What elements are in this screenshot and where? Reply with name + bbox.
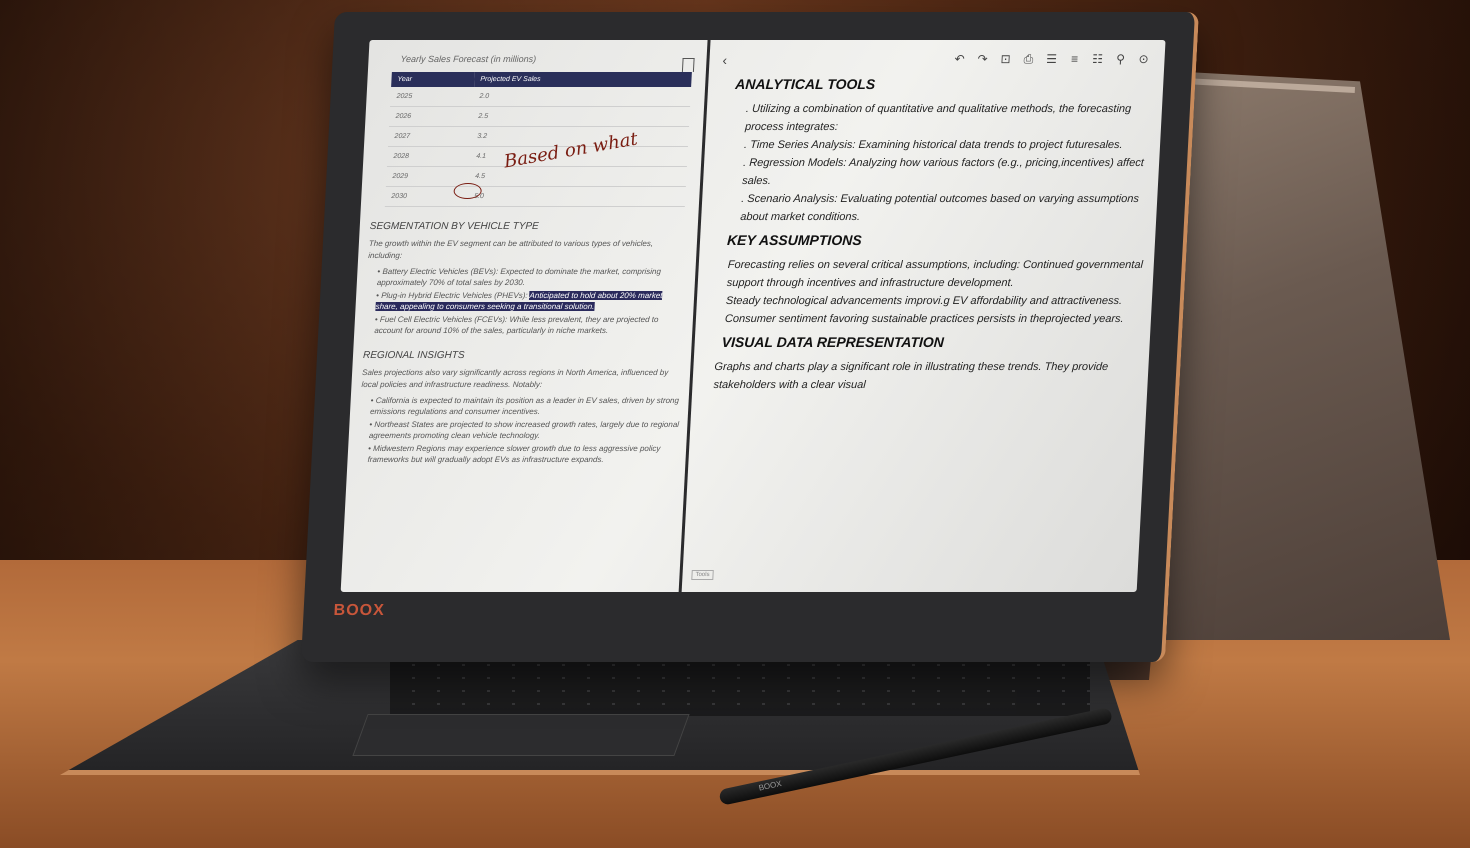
heading-visual-data: VISUAL DATA REPRESENTATION [721,334,945,350]
bullet-fcev: • Fuel Cell Electric Vehicles (FCEVs): W… [374,315,659,335]
para-methods: . Utilizing a combination of quantitativ… [744,103,1132,133]
cell: 2028 [386,146,471,167]
para-tech: Steady technological advancements improv… [725,295,1123,307]
cell: 2027 [387,126,472,147]
toolbar: ↶ ↷ ⊡ ⎙ ☰ ≡ ☷ ⚲ ⊙ [720,48,1157,70]
bullet-midwest: • Midwestern Regions may experience slow… [367,444,661,464]
para-gov-support: Forecasting relies on several critical a… [726,259,1144,289]
insert-icon[interactable]: ⊡ [998,52,1013,66]
back-icon[interactable]: ‹ [722,52,728,68]
col-header-year: Year [391,72,475,87]
sales-table: Year Projected EV Sales 2025 2.0 2026 2.5 … [384,72,692,207]
table-row: 2029 4.5 [385,166,687,187]
table-row: 2027 3.2 [387,126,690,147]
pen-brand: BOOX [757,779,783,793]
brand-logo: BOOX [333,602,386,619]
bullet-california: • California is expected to maintain its… [369,396,680,416]
numbered-list-icon[interactable]: ☰ [1044,52,1059,66]
tablet-device: Yearly Sales Forecast (in millions) Year… [300,12,1200,662]
more-icon[interactable]: ⊙ [1136,52,1151,66]
cell: 4.5 [468,166,687,187]
e-ink-screen[interactable]: Yearly Sales Forecast (in millions) Year… [340,40,1166,592]
table-row: 2026 2.5 [389,106,691,127]
bullet-phev: • Plug-in Hybrid Electric Vehicles (PHEV… [375,290,686,312]
phev-label: • Plug-in Hybrid Electric Vehicles (PHEV… [375,291,530,300]
link-icon[interactable]: ⚲ [1113,52,1128,66]
bullet-bev: • Battery Electric Vehicles (BEVs): Expe… [376,267,662,287]
right-document-pane[interactable]: ‹ ↶ ↷ ⊡ ⎙ ☰ ≡ ☷ ⚲ ⊙ ANALYTICAL TOOLS . U… [693,48,1157,588]
para-consumer: Consumer sentiment favoring sustainable … [724,313,1124,325]
table-row: 2030 5.0 [384,186,686,207]
redo-icon[interactable]: ↷ [975,52,990,66]
cell: 2026 [389,106,473,127]
align-icon[interactable]: ≡ [1067,52,1082,66]
bullet-list-icon[interactable]: ☷ [1090,52,1105,66]
cell: 5.0 [467,186,686,207]
heading-key-assumptions: KEY ASSUMPTIONS [726,232,863,248]
heading-analytical-tools: ANALYTICAL TOOLS [734,76,876,92]
segmentation-heading: SEGMENTATION BY VEHICLE TYPE [369,221,540,232]
keyboard-keys [390,656,1090,716]
cell: 2029 [385,166,470,187]
bullet-northeast: • Northeast States are projected to show… [368,420,680,440]
cell: 2.0 [472,87,692,107]
cell: 2.5 [471,106,691,127]
cell: 2025 [390,87,474,107]
segmentation-intro: The growth within the EV segment can be … [368,239,654,260]
col-header-sales: Projected EV Sales [473,72,692,87]
table-row: 2025 2.0 [390,87,692,107]
para-graphs: Graphs and charts play a significant rol… [713,361,1109,391]
para-time-series: . Time Series Analysis: Examining histor… [743,139,1123,151]
page-tag[interactable]: Tools [691,570,714,580]
table-title: Yearly Sales Forecast (in millions) [400,54,537,64]
regional-heading: REGIONAL INSIGHTS [362,350,465,361]
page-icon[interactable]: ⎙ [1021,52,1036,67]
trackpad [352,714,690,756]
regional-intro: Sales projections also vary significantl… [361,368,669,389]
undo-icon[interactable]: ↶ [952,52,967,66]
bookmark-icon[interactable] [681,58,695,72]
para-scenario: . Scenario Analysis: Evaluating potentia… [739,193,1140,223]
para-regression: . Regression Models: Analyzing how vario… [741,157,1145,187]
left-document-pane[interactable]: Yearly Sales Forecast (in millions) Year… [351,48,699,588]
